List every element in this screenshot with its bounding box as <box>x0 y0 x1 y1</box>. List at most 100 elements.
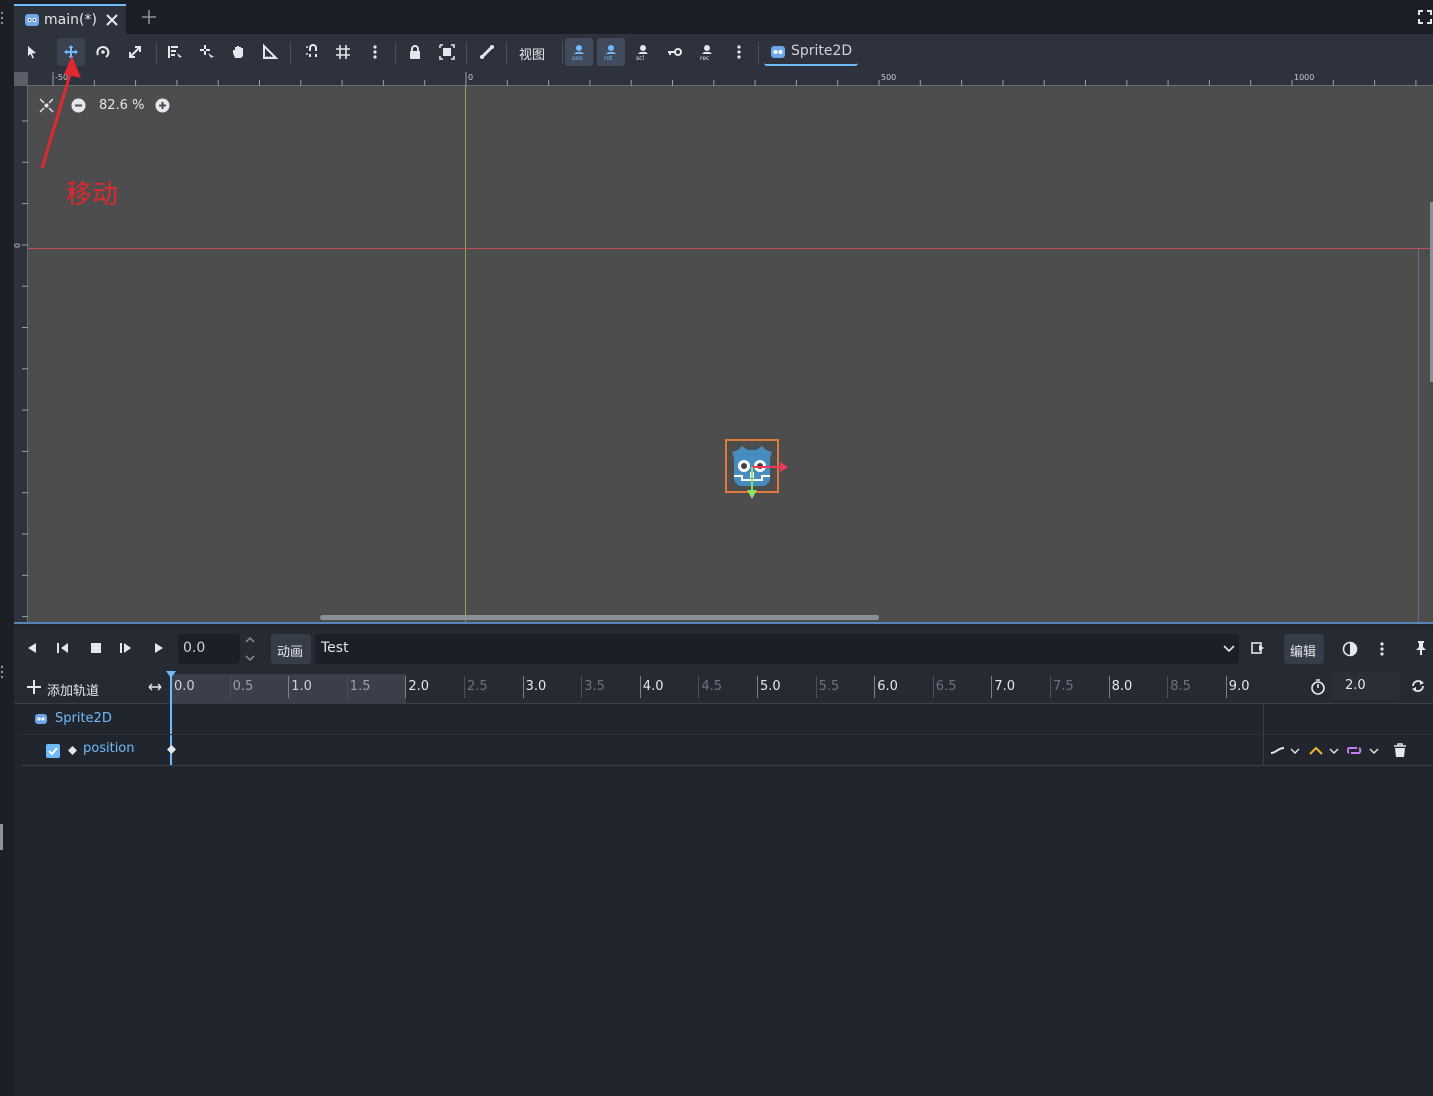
group-icon <box>439 44 455 60</box>
ruler-icon <box>263 44 278 59</box>
horizontal-scrollbar[interactable] <box>320 615 879 620</box>
scroll-grip[interactable] <box>0 824 3 850</box>
time-tick <box>1108 676 1110 698</box>
stop-icon[interactable] <box>90 642 102 654</box>
canvas-viewport[interactable]: 82.6 % <box>28 86 1433 622</box>
play-backwards-from-end-icon[interactable] <box>56 642 70 654</box>
key-rotation-icon: rot <box>604 45 616 60</box>
time-tick <box>815 676 817 698</box>
animation-options-button[interactable] <box>725 38 753 66</box>
snap-options-button[interactable] <box>361 38 389 66</box>
move-gizmo[interactable] <box>744 456 792 504</box>
trash-icon[interactable] <box>1393 743 1407 758</box>
rotate-mode-button[interactable] <box>89 38 117 66</box>
plus-icon[interactable] <box>142 10 156 24</box>
ruler-left[interactable]: 0 <box>13 86 28 622</box>
plus-icon[interactable] <box>27 680 41 694</box>
time-tick <box>522 676 524 698</box>
skeleton-button[interactable] <box>473 38 501 66</box>
pivot-icon <box>200 45 214 60</box>
divider <box>21 734 1433 735</box>
zoom-fit-icon[interactable] <box>148 683 162 691</box>
ruler-corner <box>14 72 28 86</box>
time-tick-label: 6.0 <box>877 679 898 694</box>
keyframe[interactable] <box>167 745 176 754</box>
animation-menu-label: 动画 <box>277 645 304 660</box>
annotation-label: 移动 <box>66 180 119 210</box>
pan-mode-button[interactable] <box>225 38 253 66</box>
sprite2d-menu[interactable]: Sprite2D <box>764 38 858 66</box>
list-select-button[interactable] <box>161 38 189 66</box>
onion-skin-icon[interactable] <box>1342 641 1358 657</box>
time-tick-label: 3.0 <box>525 679 547 694</box>
ruler-mode-button[interactable] <box>256 38 284 66</box>
time-tick <box>874 676 876 698</box>
time-tick <box>991 676 993 698</box>
add-track-button[interactable]: 添加轨道 <box>47 680 99 699</box>
godot-icon <box>25 14 39 26</box>
drag-handle-icon[interactable] <box>0 664 6 680</box>
interpolation-dropdown[interactable] <box>1309 744 1345 758</box>
pin-icon[interactable] <box>1415 640 1427 656</box>
time-tick-label: 6.5 <box>935 679 957 694</box>
timeline-header: 添加轨道 0.0 0.5 1.0 1.5 2.0 2.5 3.0 3.5 4.0 4.5 5.0 5.… <box>14 668 1433 704</box>
distraction-free-icon[interactable] <box>1418 10 1432 24</box>
play-from-start-icon[interactable] <box>119 642 133 654</box>
ruler-top[interactable]: -50 0 500 1000 <box>28 72 1433 86</box>
update-mode-dropdown[interactable] <box>1270 744 1306 758</box>
time-tick-label: 5.5 <box>818 679 840 694</box>
scale-mode-button[interactable] <box>121 38 149 66</box>
kebab-menu-icon[interactable] <box>1377 641 1387 657</box>
loop-icon[interactable] <box>1410 678 1426 694</box>
play-backwards-icon[interactable] <box>26 642 38 654</box>
group-button[interactable] <box>433 38 461 66</box>
autoplay-icon[interactable] <box>1251 641 1265 655</box>
hand-icon <box>233 46 243 58</box>
edit-menu-button[interactable]: 编辑 <box>1284 634 1324 664</box>
kebab-menu-icon <box>737 45 741 59</box>
key-rotation-toggle[interactable]: rot <box>597 38 625 66</box>
snap-icon <box>306 44 317 57</box>
insert-key-button[interactable] <box>661 38 689 66</box>
time-tick-label: 7.5 <box>1053 679 1074 694</box>
key-scale-toggle[interactable]: scl <box>629 38 657 66</box>
lock-button[interactable] <box>401 38 429 66</box>
spin-arrows-icon[interactable] <box>245 636 255 662</box>
svg-text:scl: scl <box>636 55 644 60</box>
track-enabled-checkbox[interactable] <box>46 744 60 758</box>
playhead-handle[interactable] <box>165 670 177 680</box>
svg-text:pos: pos <box>572 55 583 60</box>
length-spinbox[interactable]: 2.0 <box>1332 672 1400 700</box>
time-spinbox[interactable]: 0.0 <box>178 634 240 664</box>
toolbar-separator <box>156 42 157 64</box>
time-tick-label: 0.5 <box>232 679 254 694</box>
time-tick <box>1050 676 1051 698</box>
grid-snap-button[interactable] <box>329 38 357 66</box>
zoom-in-icon[interactable] <box>155 98 170 113</box>
view-menu[interactable]: 视图 <box>519 44 545 63</box>
play-icon[interactable] <box>153 642 165 654</box>
close-icon[interactable] <box>106 14 118 26</box>
time-ruler[interactable]: 0.0 0.5 1.0 1.5 2.0 2.5 3.0 3.5 4.0 4.5 5.0 5.5 6.0 6… <box>171 668 1271 704</box>
svg-text:rot: rot <box>604 55 613 60</box>
key-position-icon: pos <box>572 45 584 60</box>
auto-key-button[interactable]: rec <box>693 38 721 66</box>
time-tick <box>581 676 583 698</box>
loop-wrap-dropdown[interactable] <box>1347 744 1383 758</box>
smart-snap-button[interactable] <box>298 38 326 66</box>
animation-menu-button[interactable]: 动画 <box>271 634 311 664</box>
time-tick-label: 9.0 <box>1228 679 1250 694</box>
viewport-bound-line <box>1418 248 1419 622</box>
drag-handle-icon[interactable] <box>0 10 6 26</box>
toolbar-separator <box>466 42 467 64</box>
zoom-level[interactable]: 82.6 % <box>99 98 144 113</box>
animation-select[interactable]: Test <box>315 634 1239 664</box>
toolbar-separator <box>395 42 396 64</box>
pivot-button[interactable] <box>193 38 221 66</box>
track-node-name[interactable]: Sprite2D <box>55 711 112 726</box>
time-tick <box>698 676 700 698</box>
track-property-name[interactable]: position <box>83 741 135 756</box>
tab-main-scene[interactable]: main(*) <box>14 4 126 34</box>
key-position-toggle[interactable]: pos <box>565 38 593 66</box>
toolbar-separator <box>506 42 507 64</box>
